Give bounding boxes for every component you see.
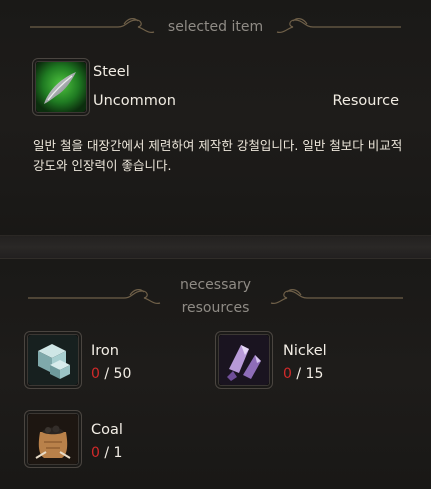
nickel-crystal-icon [219,335,269,385]
resource-have-iron: 0 [91,366,100,382]
resource-slot-nickel[interactable] [215,331,273,389]
resource-separator-nickel: / [291,366,306,382]
resource-have-coal: 0 [91,445,100,461]
necessary-resources-panel: necessary resources Iron 0 / 50 Nickel 0… [0,258,431,489]
resource-slot-iron[interactable] [24,331,82,389]
selected-item-header: selected item [167,19,264,35]
selected-item-rarity: Uncommon [93,93,176,109]
coal-sack-icon [28,414,78,464]
selected-item-description: 일반 철을 대장간에서 제련하여 제작한 강철입니다. 일반 철보다 비교적 강… [33,138,403,173]
resource-need-nickel: 15 [305,366,324,382]
panel-gap [0,236,431,258]
selected-item-slot[interactable] [32,58,90,116]
resource-name-nickel: Nickel [283,343,327,359]
necessary-resources-header-line1: necessary [179,277,251,293]
iron-cube-icon [28,335,78,385]
resource-count-coal: 0 / 1 [91,445,122,461]
selected-item-name: Steel [93,64,130,80]
resource-need-iron: 50 [113,366,132,382]
steel-ingot-icon [36,62,86,112]
resource-name-coal: Coal [91,422,123,438]
resource-separator-coal: / [99,445,114,461]
selected-item-panel: selected item Steel Uncommon Resource 일반… [0,0,431,236]
resource-separator-iron: / [99,366,114,382]
resource-name-iron: Iron [91,343,119,359]
resource-need-coal: 1 [113,445,123,461]
necessary-resources-header-line2: resources [181,300,250,316]
resource-count-iron: 0 / 50 [91,366,131,382]
resource-slot-coal[interactable] [24,410,82,468]
selected-item-category: Resource [332,93,400,109]
resource-count-nickel: 0 / 15 [283,366,323,382]
resource-have-nickel: 0 [283,366,292,382]
